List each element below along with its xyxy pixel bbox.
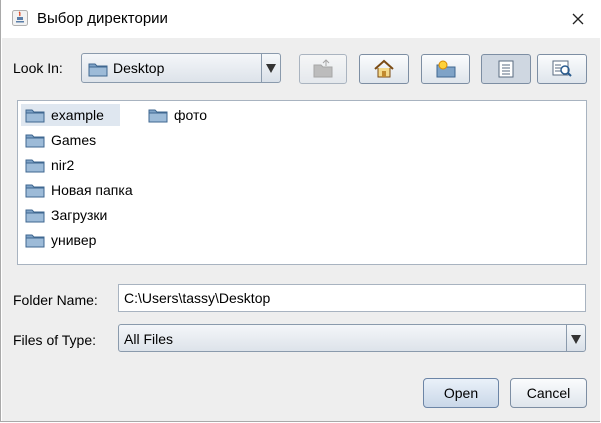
folder-icon: [88, 63, 108, 77]
file-name: Новая папка: [51, 182, 133, 198]
folder-icon: [25, 234, 45, 248]
look-in-label: Look In:: [13, 60, 63, 76]
list-item-foto[interactable]: фото: [144, 104, 244, 126]
dialog-body: Look In: Desktop example Games nir2 Нова…: [2, 38, 600, 421]
folder-icon: [25, 134, 45, 148]
title-bar: Выбор директории: [1, 0, 601, 38]
folder-icon: [25, 184, 45, 198]
up-folder-button[interactable]: [299, 54, 347, 84]
home-icon: [374, 59, 394, 78]
folder-icon: [148, 109, 168, 123]
folder-icon: [25, 109, 45, 123]
file-name: nir2: [51, 157, 75, 173]
list-item-nir2[interactable]: nir2: [21, 154, 141, 176]
list-view-icon: [498, 60, 514, 78]
file-name: фото: [174, 107, 208, 123]
list-item-zagruzki[interactable]: Загрузки: [21, 204, 141, 226]
list-item-univer[interactable]: универ: [21, 229, 141, 251]
close-icon[interactable]: [567, 8, 589, 30]
folder-icon: [25, 159, 45, 173]
details-view-button[interactable]: [537, 54, 587, 84]
list-item-novaya-papka[interactable]: Новая папка: [21, 179, 151, 201]
file-name: Games: [51, 132, 97, 148]
new-folder-button[interactable]: [421, 54, 470, 84]
window-title: Выбор директории: [37, 10, 168, 27]
files-of-type-value: All Files: [124, 331, 174, 347]
folder-icon: [25, 209, 45, 223]
file-chooser-window: Выбор директории Look In: Desktop exampl…: [0, 0, 601, 422]
list-item-games[interactable]: Games: [21, 129, 141, 151]
look-in-combo[interactable]: Desktop: [81, 53, 281, 83]
file-list: example Games nir2 Новая папка Загрузки …: [17, 100, 587, 265]
cancel-button[interactable]: Cancel: [510, 378, 587, 408]
java-app-icon: [12, 10, 28, 26]
chevron-down-icon[interactable]: [566, 325, 585, 351]
folder-name-label: Folder Name:: [13, 292, 98, 308]
look-in-value: Desktop: [113, 60, 165, 76]
list-view-button[interactable]: [481, 54, 531, 84]
file-name: универ: [51, 232, 97, 248]
up-folder-icon: [313, 59, 333, 78]
folder-name-input[interactable]: C:\Users\tassy\Desktop: [118, 284, 586, 312]
list-item-example[interactable]: example: [21, 104, 120, 126]
open-button[interactable]: Open: [423, 378, 499, 408]
home-button[interactable]: [359, 54, 409, 84]
file-name: example: [51, 107, 104, 123]
new-folder-icon: [436, 60, 455, 78]
details-view-icon: [552, 60, 572, 77]
chevron-down-icon[interactable]: [261, 54, 280, 82]
files-of-type-label: Files of Type:: [13, 332, 97, 348]
files-of-type-combo[interactable]: All Files: [118, 324, 586, 352]
file-name: Загрузки: [51, 207, 108, 223]
